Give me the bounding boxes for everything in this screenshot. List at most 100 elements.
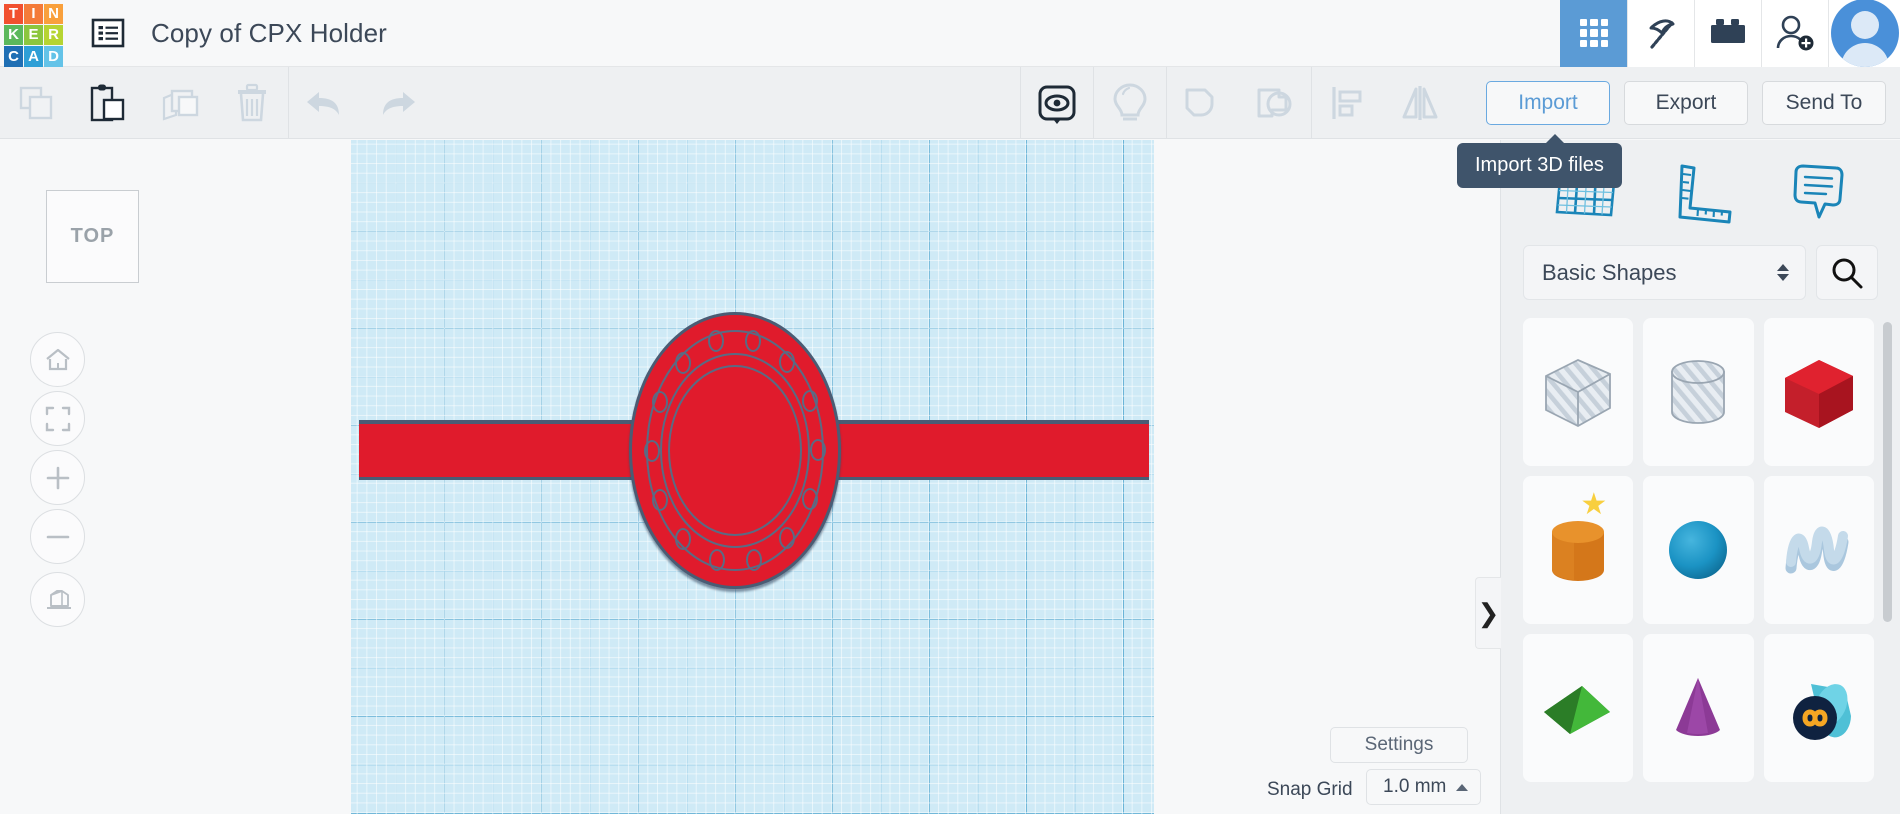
cylinder-striped-icon: [1671, 360, 1726, 424]
pickaxe-icon: [1649, 19, 1675, 49]
shape-cylinder[interactable]: ★: [1523, 476, 1634, 624]
shape-box[interactable]: [1763, 318, 1874, 466]
header-button-group: [1560, 0, 1900, 67]
box-icon: [1784, 360, 1853, 428]
group-shapes-icon: [1185, 88, 1214, 116]
plus-icon: [46, 466, 69, 489]
page-title: Copy of CPX Holder: [151, 17, 387, 48]
disc-hole: [675, 527, 692, 550]
logo-tile-r: R: [44, 24, 63, 46]
snap-grid-label: Snap Grid: [1267, 779, 1353, 800]
app-header: TINKERCAD Copy of CPX Holder: [0, 0, 1900, 67]
fit-to-view-button[interactable]: [30, 391, 85, 446]
solid-hole-button[interactable]: [1094, 67, 1166, 139]
header-invite-button[interactable]: [1761, 0, 1828, 67]
undo-button[interactable]: [289, 67, 361, 139]
align-icon: [1332, 86, 1362, 119]
header-design-grid-button[interactable]: [1560, 0, 1627, 67]
trash-icon: [238, 83, 266, 121]
perspective-toggle-button[interactable]: [30, 572, 85, 627]
shape-pyramid[interactable]: [1523, 634, 1634, 782]
logo-tile-i: I: [24, 3, 43, 24]
view-cube[interactable]: TOP: [46, 190, 139, 283]
header-account-button[interactable]: [1828, 0, 1900, 67]
export-button[interactable]: Export: [1624, 80, 1748, 125]
note-tool-button[interactable]: [1788, 162, 1850, 224]
redo-button[interactable]: [361, 67, 433, 139]
clipboard-paste-icon: [90, 84, 125, 121]
shape-collection-picker: Basic Shapes: [1501, 245, 1900, 300]
ruler-icon: [1678, 164, 1732, 223]
home-view-button[interactable]: [30, 332, 85, 387]
fit-frame-icon: [45, 406, 70, 431]
tinkercad-logo[interactable]: TINKERCAD: [0, 0, 67, 67]
panel-collapse-button[interactable]: ❯: [1475, 577, 1501, 649]
shape-codeblocks[interactable]: [1763, 634, 1874, 782]
scribble-icon: [1785, 526, 1849, 574]
zoom-in-button[interactable]: [30, 450, 85, 505]
duplicate-button[interactable]: [144, 67, 216, 139]
align-button[interactable]: [1312, 67, 1384, 139]
shape-collection-select[interactable]: Basic Shapes: [1523, 245, 1806, 300]
model-circular-mount-disc[interactable]: [629, 312, 841, 589]
mirror-icon: [1402, 85, 1438, 120]
hole-tool-group: [1094, 67, 1166, 139]
caret-up-icon: [1456, 783, 1469, 791]
grid-9-icon: [1579, 18, 1609, 48]
avatar: [1830, 0, 1899, 67]
disc-hole: [708, 549, 725, 572]
shape-cylinder-hole[interactable]: [1643, 318, 1754, 466]
updown-stepper-icon: [1777, 264, 1789, 281]
align-mirror-group: [1312, 67, 1456, 139]
group-tool-group: [1167, 67, 1311, 139]
group-button[interactable]: [1167, 67, 1239, 139]
clipboard-tool-group: [0, 67, 288, 139]
import-button[interactable]: Import: [1486, 80, 1610, 125]
header-codeblocks-button[interactable]: [1627, 0, 1694, 67]
shape-scribble[interactable]: [1763, 476, 1874, 624]
add-user-icon: [1776, 15, 1814, 51]
disc-hole: [651, 391, 668, 414]
disc-hole: [708, 329, 725, 352]
mirror-button[interactable]: [1384, 67, 1456, 139]
visibility-tool-group: [1021, 67, 1093, 139]
settings-button[interactable]: Settings: [1330, 727, 1468, 763]
header-blocks-button[interactable]: [1694, 0, 1761, 67]
ungroup-button[interactable]: [1239, 67, 1311, 139]
logo-tile-a: A: [24, 46, 43, 67]
send-to-button[interactable]: Send To: [1762, 80, 1886, 125]
copy-button[interactable]: [0, 67, 72, 139]
show-hide-button[interactable]: [1021, 67, 1093, 139]
shape-box-hole[interactable]: [1523, 318, 1634, 466]
chevron-right-icon: ❯: [1477, 597, 1500, 628]
shape-search-button[interactable]: [1816, 245, 1878, 300]
shape-library-grid: ★: [1523, 318, 1874, 814]
shape-cone[interactable]: [1643, 634, 1754, 782]
eye-icon: [1038, 85, 1076, 124]
zoom-out-button[interactable]: [30, 509, 85, 564]
ruler-tool-button[interactable]: [1672, 162, 1740, 224]
redo-arrow-icon: [383, 91, 415, 115]
ortho-box-icon: [46, 589, 71, 609]
ungroup-shapes-icon: [1257, 88, 1292, 117]
delete-button[interactable]: [216, 67, 288, 139]
featured-star-icon: ★: [1580, 488, 1608, 521]
snap-grid-select[interactable]: 1.0 mm: [1366, 769, 1482, 805]
workplane-canvas[interactable]: [351, 140, 1154, 814]
shape-sphere[interactable]: [1643, 476, 1754, 624]
snap-grid-value: 1.0 mm: [1383, 776, 1447, 797]
disc-hole: [745, 329, 762, 352]
shape-panel-scrollbar[interactable]: [1883, 322, 1892, 622]
cylinder-icon: [1552, 521, 1605, 581]
history-tool-group: [289, 67, 433, 139]
pyramid-icon: [1544, 686, 1611, 734]
shape-collection-label: Basic Shapes: [1542, 259, 1677, 285]
logo-tile-n: N: [44, 3, 63, 24]
disc-hole: [779, 527, 796, 550]
main-toolbar: Import Export Send To: [0, 66, 1900, 139]
document-list-icon[interactable]: [91, 18, 125, 48]
paste-button[interactable]: [72, 67, 144, 139]
logo-tile-c: C: [4, 46, 23, 67]
codeblocks-icon: [1792, 684, 1851, 740]
disc-hole: [810, 439, 827, 461]
